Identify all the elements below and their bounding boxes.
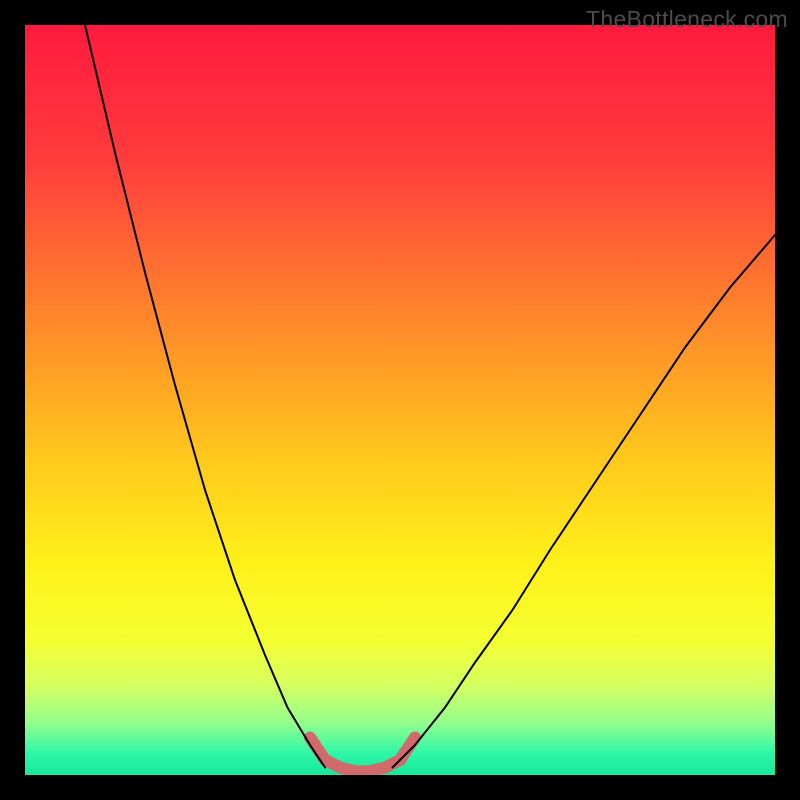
sweet-spot-band — [310, 738, 415, 772]
plot-area — [25, 25, 775, 775]
chart-frame: TheBottleneck.com — [0, 0, 800, 800]
bottleneck-curve-right — [393, 235, 776, 768]
source-watermark: TheBottleneck.com — [586, 6, 788, 33]
bottleneck-curve-left — [85, 25, 325, 768]
curves-layer — [25, 25, 775, 775]
